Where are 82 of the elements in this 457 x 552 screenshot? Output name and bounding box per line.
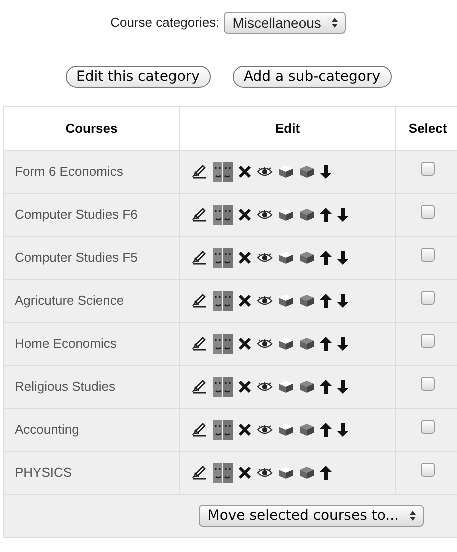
column-header: Edit bbox=[275, 120, 300, 136]
box-icon[interactable] bbox=[299, 337, 316, 351]
select-checkbox[interactable] bbox=[421, 205, 436, 220]
box-icon[interactable] bbox=[299, 251, 316, 265]
select-checkbox[interactable] bbox=[421, 377, 436, 392]
select-checkbox[interactable] bbox=[421, 334, 436, 348]
select-checkbox[interactable] bbox=[421, 291, 436, 306]
move-down-arrow-icon[interactable] bbox=[337, 423, 350, 437]
box-icon[interactable] bbox=[278, 423, 294, 437]
edit-pencil-icon[interactable] bbox=[192, 466, 208, 480]
course-name[interactable]: Accounting bbox=[15, 422, 80, 438]
eye-icon[interactable] bbox=[257, 425, 274, 435]
eye-icon[interactable] bbox=[257, 296, 274, 306]
delete-x-icon[interactable] bbox=[238, 294, 252, 308]
select-checkbox[interactable] bbox=[421, 463, 436, 478]
delete-x-icon[interactable] bbox=[238, 466, 252, 480]
box-icon[interactable] bbox=[278, 380, 294, 394]
delete-x-icon[interactable] bbox=[238, 165, 252, 179]
category-select[interactable]: Miscellaneous bbox=[224, 12, 346, 34]
eye-icon[interactable] bbox=[257, 210, 274, 220]
select-checkbox[interactable] bbox=[421, 248, 436, 262]
box-icon[interactable] bbox=[299, 165, 316, 179]
box-icon[interactable] bbox=[299, 294, 316, 308]
stepper-icon bbox=[409, 510, 417, 522]
select-checkbox[interactable] bbox=[421, 162, 436, 176]
two-faces-icon[interactable] bbox=[213, 463, 234, 483]
move-down-arrow-icon[interactable] bbox=[337, 294, 350, 308]
delete-x-icon[interactable] bbox=[238, 337, 252, 351]
eye-icon[interactable] bbox=[257, 339, 274, 349]
box-icon[interactable] bbox=[299, 466, 316, 480]
box-icon[interactable] bbox=[299, 423, 316, 437]
course-name[interactable]: PHYSICS bbox=[15, 465, 72, 480]
edit-pencil-icon[interactable] bbox=[192, 337, 208, 351]
eye-icon[interactable] bbox=[257, 167, 274, 177]
move-down-arrow-icon[interactable] bbox=[337, 251, 350, 265]
edit-pencil-icon[interactable] bbox=[192, 380, 208, 394]
delete-x-icon[interactable] bbox=[238, 208, 252, 222]
move-up-arrow-icon[interactable] bbox=[320, 294, 332, 308]
two-faces-icon[interactable] bbox=[213, 334, 234, 354]
move-up-arrow-icon[interactable] bbox=[320, 208, 332, 222]
move-down-arrow-icon[interactable] bbox=[337, 380, 350, 394]
two-faces-icon[interactable] bbox=[213, 420, 234, 440]
eye-icon[interactable] bbox=[257, 253, 274, 263]
move-up-arrow-icon[interactable] bbox=[320, 380, 332, 394]
box-icon[interactable] bbox=[278, 294, 294, 308]
move-courses-select[interactable]: Move selected courses to... bbox=[198, 505, 424, 527]
box-icon[interactable] bbox=[299, 208, 316, 222]
move-up-arrow-icon[interactable] bbox=[320, 251, 332, 265]
edit-pencil-icon[interactable] bbox=[192, 294, 208, 308]
delete-x-icon[interactable] bbox=[238, 251, 252, 265]
box-icon[interactable] bbox=[278, 337, 294, 351]
eye-icon[interactable] bbox=[257, 468, 274, 478]
move-down-arrow-icon[interactable] bbox=[337, 208, 350, 222]
edit-pencil-icon[interactable] bbox=[192, 165, 208, 179]
stepper-icon bbox=[331, 17, 340, 29]
column-header: Select bbox=[408, 120, 448, 136]
add-subcategory-button[interactable]: Add a sub-category bbox=[232, 66, 392, 88]
move-down-arrow-icon[interactable] bbox=[320, 165, 332, 179]
delete-x-icon[interactable] bbox=[238, 423, 252, 437]
two-faces-icon[interactable] bbox=[213, 248, 234, 268]
edit-category-button[interactable]: Edit this category bbox=[66, 66, 211, 88]
edit-pencil-icon[interactable] bbox=[192, 208, 208, 222]
move-up-arrow-icon[interactable] bbox=[320, 466, 332, 480]
two-faces-icon[interactable] bbox=[213, 162, 234, 182]
box-icon[interactable] bbox=[278, 251, 294, 265]
box-icon[interactable] bbox=[278, 466, 294, 480]
move-up-arrow-icon[interactable] bbox=[320, 337, 332, 351]
column-header: Courses bbox=[66, 120, 118, 136]
edit-pencil-icon[interactable] bbox=[192, 423, 208, 437]
eye-icon[interactable] bbox=[257, 382, 274, 392]
two-faces-icon[interactable] bbox=[213, 291, 234, 311]
category-label: Course categories: bbox=[110, 14, 220, 32]
box-icon[interactable] bbox=[299, 380, 316, 394]
box-icon[interactable] bbox=[278, 165, 294, 179]
box-icon[interactable] bbox=[278, 208, 294, 222]
select-checkbox[interactable] bbox=[421, 420, 436, 434]
delete-x-icon[interactable] bbox=[238, 380, 252, 394]
two-faces-icon[interactable] bbox=[213, 377, 234, 397]
two-faces-icon[interactable] bbox=[213, 205, 234, 225]
move-down-arrow-icon[interactable] bbox=[337, 337, 350, 351]
move-up-arrow-icon[interactable] bbox=[320, 423, 332, 437]
edit-pencil-icon[interactable] bbox=[192, 251, 208, 265]
